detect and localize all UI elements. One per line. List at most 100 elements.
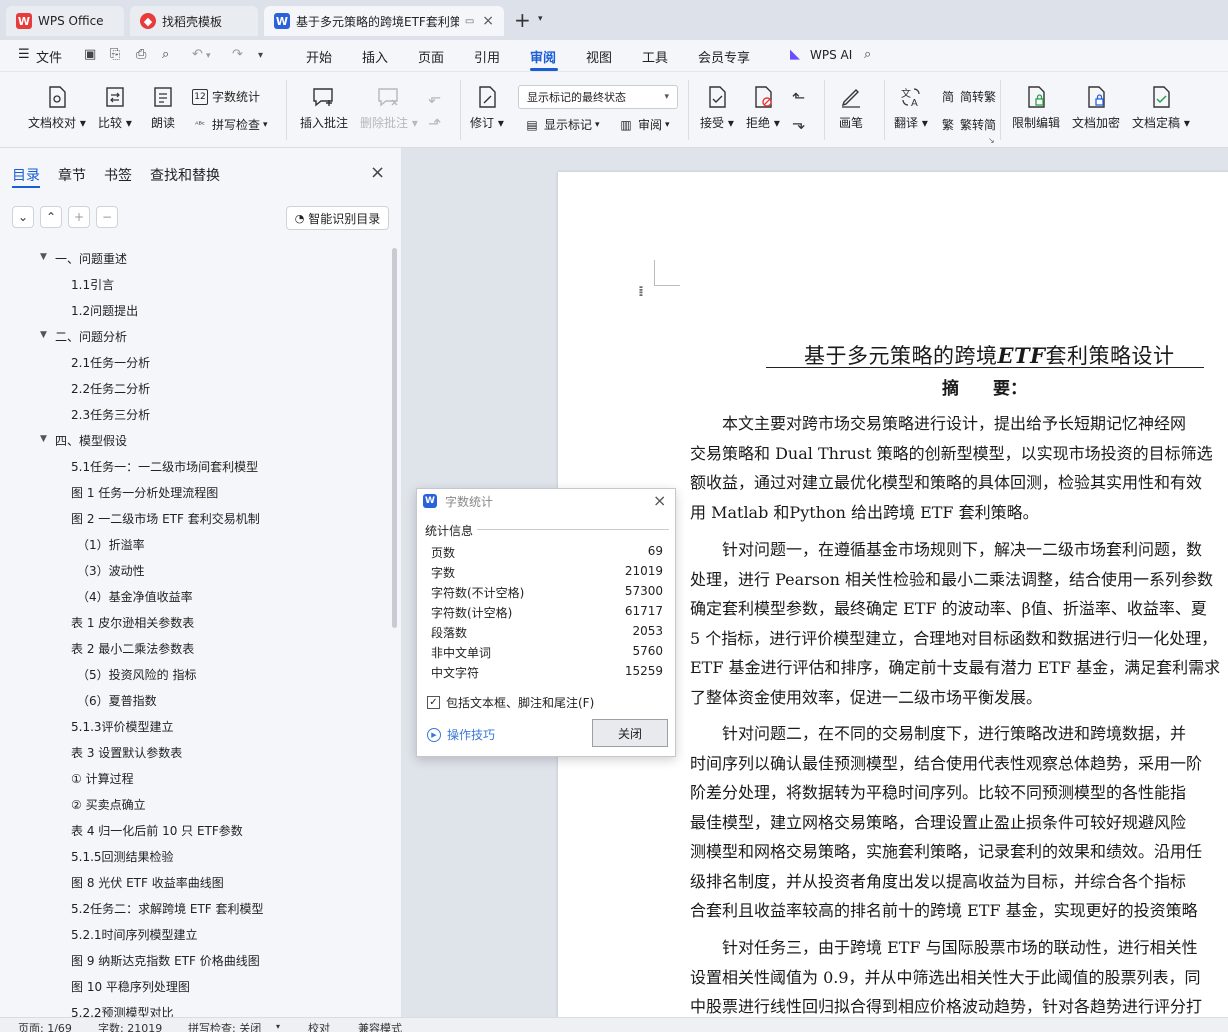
toc-item[interactable]: 5.2.2预测模型对比: [71, 1004, 174, 1017]
accept-button[interactable]: 接受 ▾: [700, 84, 734, 131]
next-comment-icon[interactable]: ⬏: [428, 114, 441, 133]
translate-button[interactable]: 文A 翻译 ▾: [894, 84, 928, 131]
save-icon[interactable]: ▣: [84, 47, 96, 62]
dialog-titlebar[interactable]: W 字数统计: [417, 489, 675, 513]
toc-item[interactable]: 图 1 任务一分析处理流程图: [71, 484, 218, 501]
prev-comment-icon[interactable]: ⬐: [428, 88, 441, 107]
reject-button[interactable]: 拒绝 ▾: [746, 84, 780, 131]
redo-icon[interactable]: ↷: [232, 47, 243, 62]
toc-item[interactable]: 2.3任务三分析: [71, 406, 150, 423]
doc-check-button[interactable]: 文档校对 ▾: [28, 84, 86, 131]
prev-revision-icon[interactable]: ⬑: [792, 88, 805, 107]
toc-item[interactable]: 5.2任务二：求解跨境 ETF 套利模型: [71, 900, 264, 917]
dialog-close-icon[interactable]: ×: [653, 491, 666, 510]
status-words[interactable]: 字数: 21019: [98, 1020, 162, 1032]
toc-item[interactable]: 1.1引言: [71, 276, 114, 293]
toc-item[interactable]: 表 4 归一化后前 10 只 ETF参数: [71, 822, 243, 839]
toc-scrollbar[interactable]: [392, 248, 397, 628]
collapse-down-button[interactable]: ⌄: [12, 206, 34, 228]
toc-item[interactable]: 图 8 光伏 ETF 收益率曲线图: [71, 874, 224, 891]
add-level-button[interactable]: +: [68, 206, 90, 228]
markup-state-select[interactable]: 显示标记的最终状态 ▾: [518, 85, 678, 109]
collapse-up-button[interactable]: ⌃: [40, 206, 62, 228]
tab-find-replace[interactable]: 查找和替换: [150, 165, 220, 185]
more-chevron-icon[interactable]: ▾: [258, 50, 263, 61]
toc-item[interactable]: 表 1 皮尔逊相关参数表: [71, 614, 194, 631]
toc-item[interactable]: 四、模型假设: [55, 432, 127, 449]
smart-toc-button[interactable]: ◔ 智能识别目录: [286, 206, 389, 230]
hamburger-icon[interactable]: ☰: [18, 47, 30, 62]
expand-triangle-icon[interactable]: ▼: [40, 330, 47, 340]
dialog-close-button[interactable]: 关闭: [592, 719, 668, 747]
menu-page[interactable]: 页面: [418, 47, 444, 66]
remove-level-button[interactable]: −: [96, 206, 118, 228]
toc-item[interactable]: 5.1.5回测结果检验: [71, 848, 174, 865]
toc-item[interactable]: 1.2问题提出: [71, 302, 138, 319]
close-tab-icon[interactable]: ×: [482, 13, 494, 29]
toc-item[interactable]: 二、问题分析: [55, 328, 127, 345]
next-revision-icon[interactable]: ⬎: [792, 114, 805, 133]
show-markup-button[interactable]: ▤ 显示标记 ▾: [524, 116, 599, 133]
restrict-edit-button[interactable]: 限制编辑: [1012, 84, 1060, 131]
revise-button[interactable]: 修订 ▾: [470, 84, 504, 131]
expand-triangle-icon[interactable]: ▼: [40, 434, 47, 444]
spell-check-button[interactable]: ᴬᴮᶜ 拼写检查 ▾: [192, 116, 267, 133]
print-preview-icon[interactable]: ⌕: [162, 47, 169, 62]
menu-reference[interactable]: 引用: [474, 47, 500, 66]
spell-chevron-icon[interactable]: ▾: [276, 1022, 280, 1031]
toc-item[interactable]: （6）夏普指数: [77, 692, 157, 709]
dialog-launcher-icon[interactable]: ↘: [988, 136, 995, 145]
tab-document[interactable]: W 基于多元策略的跨境ETF套利策 ▭ ×: [264, 6, 504, 36]
undo-chevron-icon[interactable]: ▾: [206, 51, 211, 61]
toc-item[interactable]: （5）投资风险的 指标: [77, 666, 196, 683]
toc-item[interactable]: ② 买卖点确立: [71, 796, 146, 813]
toc-item[interactable]: 图 2 一二级市场 ETF 套利交易机制: [71, 510, 260, 527]
tab-wps-office[interactable]: W WPS Office: [6, 6, 124, 36]
review-pane-button[interactable]: ▥ 审阅 ▾: [618, 116, 669, 133]
status-page[interactable]: 页面: 1/69: [18, 1020, 72, 1032]
word-count-button[interactable]: 12 字数统计: [192, 88, 260, 105]
encrypt-button[interactable]: 文档加密: [1072, 84, 1120, 131]
toc-item[interactable]: 图 10 平稳序列处理图: [71, 978, 190, 995]
read-aloud-button[interactable]: 朗读: [150, 84, 176, 131]
toc-item[interactable]: 2.2任务二分析: [71, 380, 150, 397]
toc-item[interactable]: 表 2 最小二乘法参数表: [71, 640, 194, 657]
undo-icon[interactable]: ↶: [192, 47, 203, 62]
status-spell[interactable]: 拼写检查: 关闭: [188, 1020, 261, 1032]
toc-item[interactable]: 5.1.3评价模型建立: [71, 718, 174, 735]
menu-wps-ai[interactable]: WPS AI: [810, 48, 852, 62]
export-icon[interactable]: ⎘: [110, 47, 120, 62]
print-icon[interactable]: ⎙: [136, 47, 146, 62]
toc-item[interactable]: 5.1任务一：一二级市场间套利模型: [71, 458, 258, 475]
new-tab-icon[interactable]: +: [514, 8, 531, 32]
tab-chapters[interactable]: 章节: [58, 165, 86, 185]
menu-start[interactable]: 开始: [306, 47, 332, 66]
drag-handle-icon[interactable]: ⁞⁞: [638, 284, 644, 300]
delete-comment-button[interactable]: 删除批注 ▾: [360, 84, 418, 131]
compare-button[interactable]: 比较 ▾: [98, 84, 132, 131]
search-icon[interactable]: ⌕: [864, 47, 871, 62]
toc-item[interactable]: 一、问题重述: [55, 250, 127, 267]
include-textbox-checkbox[interactable]: ✓ 包括文本框、脚注和尾注(F): [427, 694, 594, 711]
toc-item[interactable]: 5.2.1时间序列模型建立: [71, 926, 198, 943]
trad-to-simp-button[interactable]: 繁 繁转简: [940, 116, 996, 133]
insert-comment-button[interactable]: 插入批注: [300, 84, 348, 131]
tab-list-chevron-icon[interactable]: ▾: [538, 14, 543, 24]
pen-button[interactable]: 画笔: [838, 84, 864, 131]
toc-item[interactable]: （4）基金净值收益率: [77, 588, 193, 605]
menu-vip[interactable]: 会员专享: [698, 47, 750, 66]
menu-insert[interactable]: 插入: [362, 47, 388, 66]
expand-triangle-icon[interactable]: ▼: [40, 252, 47, 262]
tab-template[interactable]: ◆ 找稻壳模板: [130, 6, 258, 36]
tab-toc[interactable]: 目录: [12, 165, 40, 185]
toc-item[interactable]: 2.1任务一分析: [71, 354, 150, 371]
menu-tools[interactable]: 工具: [642, 47, 668, 66]
menu-review[interactable]: 审阅: [530, 47, 556, 66]
menu-view[interactable]: 视图: [586, 47, 612, 66]
toc-item[interactable]: （3）波动性: [77, 562, 145, 579]
tab-bookmarks[interactable]: 书签: [104, 165, 132, 185]
finalize-button[interactable]: 文档定稿 ▾: [1132, 84, 1190, 131]
toc-item[interactable]: 表 3 设置默认参数表: [71, 744, 182, 761]
toc-item[interactable]: ① 计算过程: [71, 770, 134, 787]
toc-item[interactable]: （1）折溢率: [77, 536, 145, 553]
